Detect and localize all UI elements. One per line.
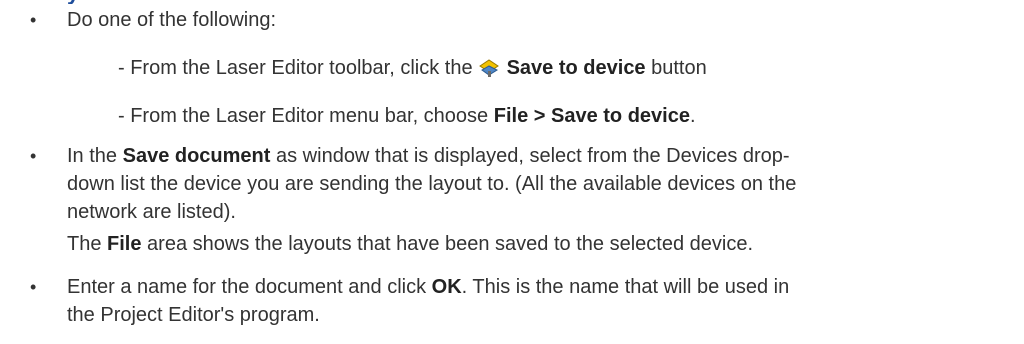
- file-area-label: File: [107, 233, 142, 255]
- file-area-note: The File area shows the layouts that hav…: [67, 233, 753, 255]
- step-enter-name-line1: Enter a name for the document and click …: [67, 276, 790, 298]
- save-to-device-icon: [478, 59, 499, 77]
- step-enter-name-line2: the Project Editor's program.: [67, 304, 320, 326]
- bullet-marker: •: [30, 146, 37, 166]
- bullet-marker: •: [30, 10, 37, 30]
- step-save-document-line1: In the Save document as window that is d…: [67, 145, 790, 167]
- intro-text: Do one of the following:: [67, 9, 277, 31]
- ok-label: OK: [431, 276, 462, 298]
- option-menu-suffix: .: [689, 105, 696, 127]
- option-menu-prefix: - From the Laser Editor menu bar, choose: [118, 105, 489, 127]
- section-heading-fragment: y: [67, 0, 227, 4]
- step-save-document-line3: network are listed).: [67, 201, 236, 223]
- option-toolbar-suffix: button: [651, 57, 707, 79]
- save-to-device-label: Save to device: [506, 57, 646, 79]
- option-toolbar-prefix: - From the Laser Editor toolbar, click t…: [118, 57, 473, 79]
- save-document-window-name: Save document: [122, 145, 271, 167]
- option-toolbar: - From the Laser Editor toolbar, click t…: [118, 56, 707, 80]
- bullet-marker: •: [30, 277, 37, 297]
- option-menu: - From the Laser Editor menu bar, choose…: [118, 104, 696, 128]
- step-save-document-line2: down list the device you are sending the…: [67, 173, 797, 195]
- menu-path: File > Save to device: [493, 105, 690, 127]
